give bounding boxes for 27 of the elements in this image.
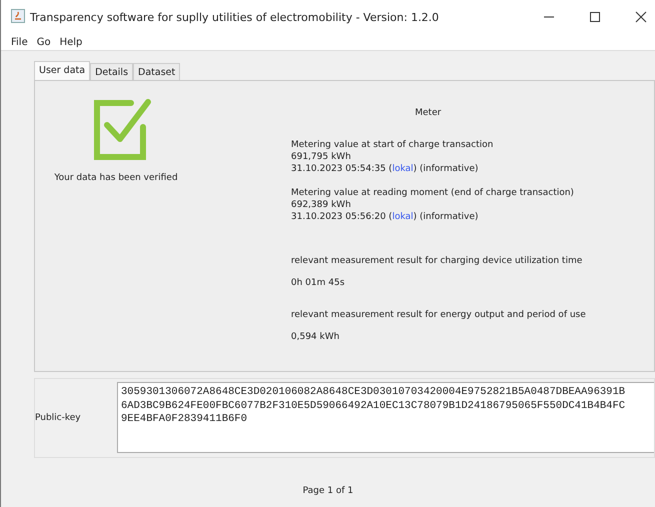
reading-time: 31.10.2023 05:54:35 (lokal) (informative) <box>291 163 480 175</box>
close-icon[interactable] <box>635 11 647 23</box>
reading-value: 692,389 kWh <box>291 199 352 211</box>
reading-value: 691,795 kWh <box>291 151 352 163</box>
result-value: 0h 01m 45s <box>291 277 346 289</box>
link[interactable]: lokal <box>392 212 414 222</box>
menu-item[interactable]: Go <box>36 36 51 48</box>
tab[interactable]: User data <box>34 61 90 80</box>
public-key-field[interactable]: 3059301306072A8648CE3D020106082A8648CE3D03010703420004E9752821B5A0487DBEAA96391B 6AD3BC9B624FE00FBC6077B2F310E5D59066492A10EC13C78079B1D24186795065F550DC41B4B4FC 9EE4BFA0F2839411B6F0 <box>117 382 654 453</box>
status-text: Your data has been verified <box>54 173 178 183</box>
window-title: Transparency software for suplly utilities of electromobility - Version: 1.2.0 <box>30 10 440 24</box>
menu-item[interactable]: Help <box>60 36 82 48</box>
tab[interactable]: Details <box>90 63 134 80</box>
link[interactable]: lokal <box>392 164 414 174</box>
field-label: Public-key <box>35 413 82 423</box>
section-heading: Meter <box>415 107 442 119</box>
result-value: 0,594 kWh <box>291 331 340 343</box>
menu-item[interactable]: File <box>11 36 28 48</box>
maximize-icon[interactable] <box>589 11 601 23</box>
result-label: relevant measurement result for charging device utilization time <box>291 255 584 267</box>
reading-label: Metering value at start of charge transaction <box>291 139 494 151</box>
result-label: relevant measurement result for energy output and period of use <box>291 309 586 321</box>
reading-time: 31.10.2023 05:56:20 (lokal) (informative) <box>291 211 480 223</box>
page-indicator: Page 1 of 1 <box>302 486 354 496</box>
app-icon <box>11 8 25 26</box>
tab[interactable]: Dataset <box>133 63 180 80</box>
reading-label: Metering value at reading moment (end of charge transaction) <box>291 187 575 199</box>
